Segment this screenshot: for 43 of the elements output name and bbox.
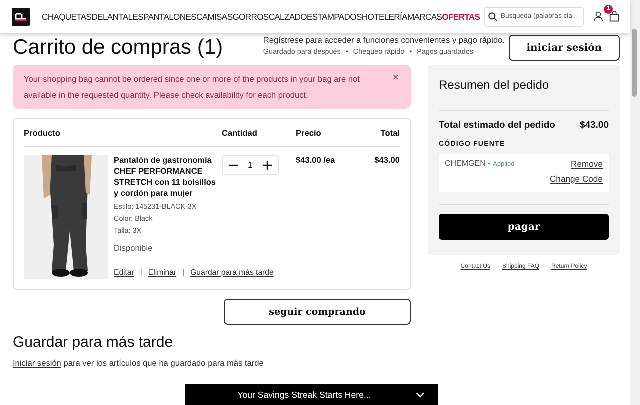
nav-link[interactable]: CALZADO xyxy=(268,12,307,22)
signin-button[interactable]: iniciar sesión xyxy=(508,35,620,61)
total-label: Total estimado del pedido xyxy=(439,120,556,131)
close-button[interactable]: × xyxy=(392,72,399,84)
line-total: $43.00 xyxy=(374,155,400,167)
logo-icon[interactable] xyxy=(12,8,30,26)
column-header: Producto xyxy=(24,128,62,138)
plus-icon[interactable] xyxy=(262,160,272,170)
product-name[interactable]: Pantalón de gastronomía CHEF PERFORMANCE STRETCH con 11 bolsillos y cordón para mujer xyxy=(114,155,222,199)
nav-link[interactable]: PANTALONES xyxy=(143,12,196,22)
column-header: Total xyxy=(380,128,400,138)
nav-link[interactable]: GORROS xyxy=(232,12,269,22)
nav-link[interactable]: DELANTALES xyxy=(92,12,144,22)
nav-link[interactable]: ESTAMPADOS xyxy=(306,12,362,22)
change-code-link[interactable]: Change Code xyxy=(550,174,603,184)
chevron-down-icon[interactable] xyxy=(416,392,426,398)
checkout-button[interactable]: pagar xyxy=(439,214,609,240)
nav-link[interactable]: HOTELERÍA xyxy=(362,12,408,22)
column-header: Precio xyxy=(296,128,322,138)
total-value: $43.00 xyxy=(580,120,609,131)
summary-title: Resumen del pedido xyxy=(439,77,550,94)
promo-bar[interactable]: Your Savings Streak Starts Here... xyxy=(185,384,438,405)
scrollbar[interactable] xyxy=(630,0,640,405)
continue-shopping-button[interactable]: seguir comprando xyxy=(224,299,411,325)
page-title: Carrito de compras (1) xyxy=(13,35,224,61)
nav-link[interactable]: OFERTAS xyxy=(442,12,480,22)
bag-icon[interactable] xyxy=(609,11,620,22)
availability-status: Disponible xyxy=(114,243,154,253)
user-icon[interactable] xyxy=(593,11,604,22)
nav-link[interactable]: MARCAS xyxy=(407,12,442,22)
column-header: Cantidad xyxy=(222,128,258,138)
saved-items-text: Iniciar sesión para ver los artículos que ha guardado para más tarde xyxy=(13,358,265,368)
signin-prompt-text: Regístrese para acceder a funciones convenientes y pago rápido. xyxy=(263,35,506,45)
quantity-stepper[interactable]: 1 xyxy=(222,155,279,175)
quantity-value: 1 xyxy=(248,160,253,170)
section-heading: Guardar para más tarde xyxy=(13,334,174,351)
alert-message: Your shopping bag cannot be ordered since one or more of the products in your bag are not available in the requested quantity. Please check availability for each product. xyxy=(24,73,361,102)
unit-price: $43.00 /ea xyxy=(296,155,336,167)
nav-link[interactable]: CAMISAS xyxy=(196,12,233,22)
nav-link[interactable]: CHAQUETAS xyxy=(42,12,92,22)
remove-link[interactable]: Remove xyxy=(571,159,603,169)
promo-text: Your Savings Streak Starts Here... xyxy=(238,390,372,400)
signin-link[interactable]: Iniciar sesión xyxy=(13,358,62,368)
